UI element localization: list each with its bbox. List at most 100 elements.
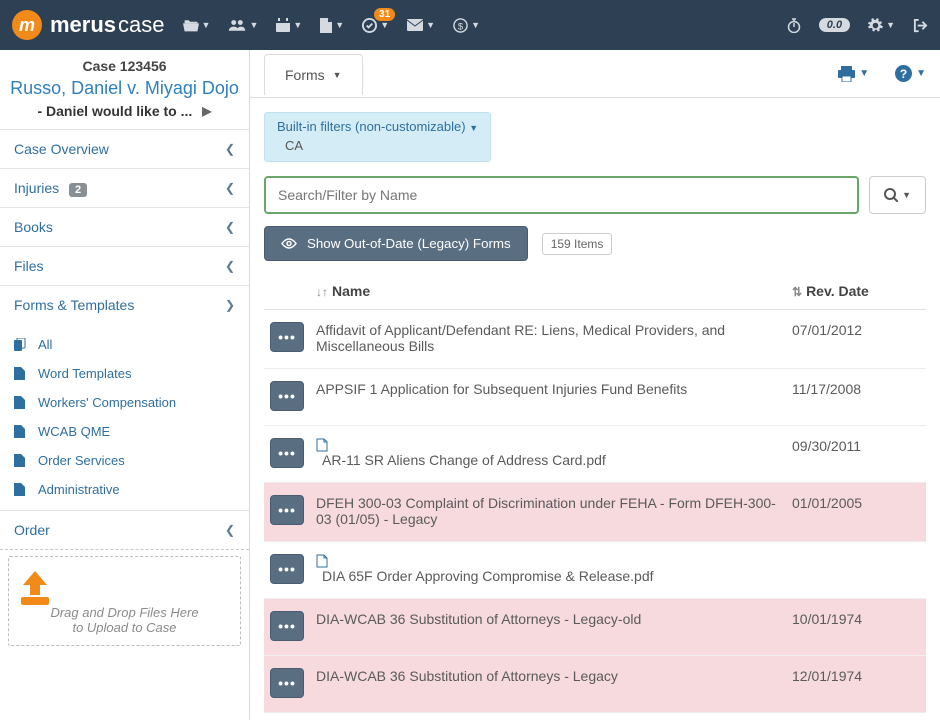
file-icon: [14, 454, 28, 467]
row-actions-button[interactable]: •••: [270, 438, 304, 468]
row-actions-button[interactable]: •••: [270, 668, 304, 698]
printer-icon: [838, 66, 855, 82]
sidebar-item-books[interactable]: Books ❮: [0, 207, 249, 246]
table-row[interactable]: •••DIA/WCAB 003 Resolution of Liens - Af…: [264, 713, 926, 720]
forms-table-wrap[interactable]: ↓↑Name ⇅Rev. Date •••Affidavit of Applic…: [264, 273, 926, 720]
caret-down-icon: ▼: [335, 20, 344, 30]
caret-down-icon: ▼: [380, 20, 389, 30]
nav-billing[interactable]: $ ▼: [453, 18, 480, 33]
pdf-file-icon: [316, 554, 780, 568]
col-rev-date[interactable]: ⇅Rev. Date: [786, 273, 926, 310]
row-actions-button[interactable]: •••: [270, 495, 304, 525]
row-date: 11/17/2008: [786, 369, 926, 426]
stopwatch-icon: [787, 18, 801, 33]
chevron-right-icon: ▶: [202, 104, 211, 118]
toggle-legacy-button[interactable]: Show Out-of-Date (Legacy) Forms: [264, 226, 528, 261]
search-options-button[interactable]: ▼: [869, 176, 926, 214]
nav-items-right: 0.0 ▼: [787, 18, 928, 33]
caret-down-icon: ▼: [886, 20, 895, 30]
row-actions-button[interactable]: •••: [270, 322, 304, 352]
sidebar-item-injuries[interactable]: Injuries 2 ❮: [0, 168, 249, 207]
caret-down-icon: ▼: [333, 70, 342, 80]
row-name: APPSIF 1 Application for Subsequent Inju…: [316, 381, 687, 397]
brand-logo[interactable]: m meruscase: [12, 10, 165, 40]
chevron-left-icon: ❮: [225, 220, 235, 234]
sidebar-item-order[interactable]: Order ❮: [0, 510, 249, 550]
gear-icon: [868, 18, 883, 33]
caret-down-icon: ▼: [426, 20, 435, 30]
file-icon: [14, 396, 28, 409]
row-date: 09/30/2011: [786, 426, 926, 483]
row-name-cell: Affidavit of Applicant/Defendant RE: Lie…: [310, 310, 786, 369]
row-date: 12/01/1974: [786, 656, 926, 713]
timer-value[interactable]: 0.0: [819, 18, 850, 32]
nav-settings[interactable]: ▼: [868, 18, 895, 33]
table-row[interactable]: •••DFEH 300-03 Complaint of Discriminati…: [264, 483, 926, 542]
help-menu[interactable]: ? ▼: [895, 65, 926, 82]
case-subtitle-row[interactable]: - Daniel would like to ... ▶: [0, 103, 249, 129]
forms-sub-wcab-qme[interactable]: WCAB QME: [14, 417, 249, 446]
forms-sub-administrative[interactable]: Administrative: [14, 475, 249, 504]
nav-mail[interactable]: ▼: [407, 19, 435, 31]
nav-logout[interactable]: [913, 18, 928, 33]
nav-folder[interactable]: ▼: [183, 18, 211, 32]
copy-icon: [14, 338, 28, 351]
row-actions-button[interactable]: •••: [270, 554, 304, 584]
forms-sub-word[interactable]: Word Templates: [14, 359, 249, 388]
tasks-badge: 31: [374, 8, 395, 21]
eye-icon: [281, 238, 297, 249]
forms-table: ↓↑Name ⇅Rev. Date •••Affidavit of Applic…: [264, 273, 926, 720]
main-header-actions: ▼ ? ▼: [838, 65, 926, 82]
document-icon: [320, 18, 332, 33]
sidebar-item-case-overview[interactable]: Case Overview ❮: [0, 129, 249, 168]
row-date: 10/01/1974: [786, 599, 926, 656]
forms-sub-label: Order Services: [38, 453, 125, 468]
svg-text:?: ?: [900, 67, 907, 81]
nav-tasks[interactable]: ▼ 31: [362, 18, 389, 33]
forms-sub-label: Workers' Compensation: [38, 395, 176, 410]
nav-items-left: ▼ ▼ ▼ ▼ ▼ 31 ▼: [183, 18, 480, 33]
nav-document[interactable]: ▼: [320, 18, 344, 33]
sidebar-item-label: Order: [14, 522, 50, 538]
table-row[interactable]: •••Affidavit of Applicant/Defendant RE: …: [264, 310, 926, 369]
row-name-cell: APPSIF 1 Application for Subsequent Inju…: [310, 369, 786, 426]
caret-down-icon: ▼: [471, 20, 480, 30]
table-row[interactable]: ••• AR-11 SR Aliens Change of Address Car…: [264, 426, 926, 483]
row-name: AR-11 SR Aliens Change of Address Card.p…: [322, 452, 606, 468]
filter-chip[interactable]: Built-in filters (non-customizable) ▼ CA: [264, 112, 491, 162]
case-title[interactable]: Russo, Daniel v. Miyagi Dojo: [0, 76, 249, 103]
forms-sub-workers-comp[interactable]: Workers' Compensation: [14, 388, 249, 417]
file-dropzone[interactable]: Drag and Drop Files Here to Upload to Ca…: [8, 556, 241, 646]
sort-both-icon: ⇅: [792, 285, 802, 299]
forms-sub-all[interactable]: All: [14, 330, 249, 359]
sidebar-item-files[interactable]: Files ❮: [0, 246, 249, 285]
chevron-down-icon: ❯: [225, 298, 235, 312]
row-name: DIA-WCAB 36 Substitution of Attorneys - …: [316, 611, 641, 627]
table-row[interactable]: •••DIA 65F Order Approving Compromise & …: [264, 542, 926, 599]
table-row[interactable]: ••• APPSIF 1 Application for Subsequent I…: [264, 369, 926, 426]
row-name-cell: DIA 65F Order Approving Compromise & Rel…: [310, 542, 786, 599]
tab-forms[interactable]: Forms ▼: [264, 54, 363, 95]
table-row[interactable]: •••DIA-WCAB 36 Substitution of Attorneys…: [264, 656, 926, 713]
file-icon: [14, 425, 28, 438]
print-menu[interactable]: ▼: [838, 65, 869, 82]
caret-down-icon: ▼: [859, 68, 869, 79]
nav-people[interactable]: ▼: [228, 18, 258, 32]
caret-down-icon: ▼: [916, 68, 926, 79]
sidebar-item-forms-templates[interactable]: Forms & Templates ❯: [0, 285, 249, 324]
search-input[interactable]: [264, 176, 859, 214]
logout-icon: [913, 18, 928, 33]
nav-calendar[interactable]: ▼: [276, 18, 302, 32]
caret-down-icon: ▼: [293, 20, 302, 30]
check-circle-icon: [362, 18, 377, 33]
row-actions-button[interactable]: •••: [270, 611, 304, 641]
col-actions: [264, 273, 310, 310]
nav-timer[interactable]: [787, 18, 801, 33]
result-count: 159 Items: [542, 233, 613, 255]
col-name[interactable]: ↓↑Name: [310, 273, 786, 310]
table-row[interactable]: ••• DIA-WCAB 36 Substitution of Attorneys…: [264, 599, 926, 656]
forms-sub-order-services[interactable]: Order Services: [14, 446, 249, 475]
row-actions-button[interactable]: •••: [270, 381, 304, 411]
forms-sub-label: Word Templates: [38, 366, 131, 381]
brand-bold: merus: [50, 12, 116, 38]
